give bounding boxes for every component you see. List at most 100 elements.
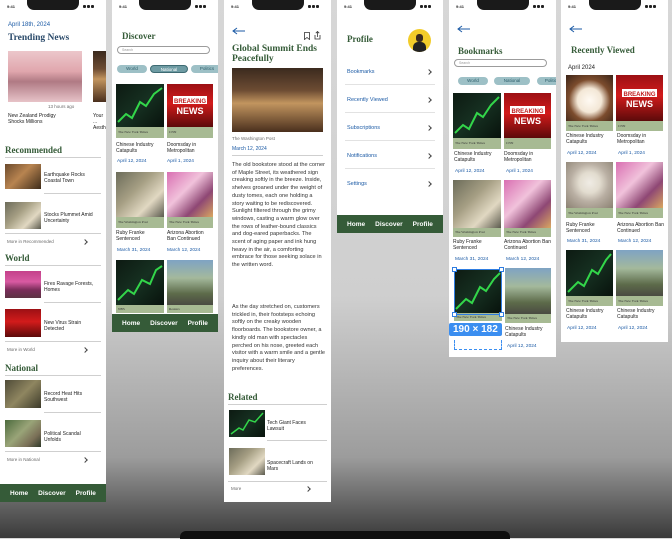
card-title[interactable]: Chinese Industry Catapults [454, 151, 502, 163]
related-thumb[interactable] [229, 410, 265, 437]
trending-caption-1[interactable]: New Zealand Prodigy Shocks Millions [8, 113, 68, 125]
tab-profile[interactable]: Profile [413, 221, 433, 228]
card-image[interactable] [453, 93, 501, 138]
more-in-world-link[interactable]: More in World [7, 347, 35, 352]
card-title[interactable]: Doomsday in Metropolitan [617, 133, 665, 145]
card-image[interactable] [167, 172, 213, 217]
card-image[interactable] [504, 180, 551, 228]
card-title[interactable]: Arizona Abortion Ban Continued [617, 222, 665, 234]
tab-discover[interactable]: Discover [150, 320, 177, 327]
avatar[interactable] [408, 29, 431, 52]
article-title[interactable]: Stocks Plummet Amid Uncertainty [44, 212, 99, 224]
card-title[interactable]: Chinese Industry Catapults [617, 308, 665, 320]
tab-home[interactable]: Home [10, 490, 28, 497]
filter-pill-world[interactable]: World [117, 65, 147, 73]
card-image[interactable] [616, 250, 663, 296]
share-icon[interactable] [314, 31, 321, 40]
more-in-national-link[interactable]: More in National [7, 457, 40, 462]
profile-item-label: Settings [347, 181, 367, 187]
filter-pill-politics[interactable]: Politics [537, 77, 556, 85]
card-title[interactable]: Doomsday in Metropolitan [504, 151, 551, 163]
trending-image-1[interactable] [8, 51, 82, 102]
card-source: The Washington Post [116, 217, 164, 228]
tab-profile[interactable]: Profile [188, 320, 208, 327]
card-title[interactable]: Arizona Abortion Ban Continued [504, 239, 551, 251]
related-item-title[interactable]: Tech Giant Faces Lawsuit [267, 420, 322, 432]
selection-box[interactable] [454, 269, 502, 315]
filter-pill-national[interactable]: National [150, 65, 188, 73]
card-date: March 31, 2024 [567, 239, 601, 244]
card-image[interactable]: BREAKING NEWS [616, 75, 663, 121]
card-image[interactable] [505, 268, 551, 314]
card-title[interactable]: Ruby Franke Sentenced [116, 230, 164, 242]
profile-item-recently-viewed[interactable]: Recently Viewed [347, 97, 433, 103]
resize-handle[interactable] [452, 267, 457, 272]
filter-pill-national[interactable]: National [494, 77, 530, 85]
card-image[interactable] [566, 75, 613, 121]
article-thumb[interactable] [5, 309, 41, 337]
resize-handle[interactable] [452, 312, 457, 317]
card-title[interactable]: Chinese Industry Catapults [505, 326, 553, 338]
card-title[interactable]: Arizona Abortion Ban Continued [167, 230, 213, 242]
article-title[interactable]: Record Heat Hits Southwest [44, 391, 99, 403]
search-input[interactable]: Search [454, 59, 547, 67]
chevron-right-icon[interactable] [305, 486, 311, 492]
related-thumb[interactable] [229, 448, 265, 475]
card-image[interactable]: BREAKING NEWS [167, 84, 213, 127]
tab-discover[interactable]: Discover [375, 221, 402, 228]
tab-discover[interactable]: Discover [38, 490, 65, 497]
article-title[interactable]: Earthquake Rocks Coastal Town [44, 172, 99, 184]
card-title[interactable]: Chinese Industry Catapults [566, 133, 614, 145]
filter-pill-politics[interactable]: Politics [191, 65, 218, 73]
card-image[interactable] [116, 84, 164, 127]
card-image[interactable] [116, 172, 164, 217]
bookmark-icon[interactable] [304, 32, 310, 40]
chevron-right-icon[interactable] [82, 239, 88, 245]
back-arrow-icon[interactable] [569, 25, 583, 33]
card-image[interactable] [453, 180, 501, 228]
resize-handle[interactable] [499, 312, 504, 317]
card-title[interactable]: Chinese Industry Catapults [116, 142, 164, 154]
card-title[interactable]: Ruby Franke Sentenced [453, 239, 501, 251]
card-title[interactable]: Doomsday in Metropolitan [167, 142, 213, 154]
more-in-recommended-link[interactable]: More in Recommended [7, 239, 54, 244]
article-thumb[interactable] [5, 271, 41, 298]
card-title[interactable]: Ruby Franke Sentenced [566, 222, 614, 234]
back-arrow-icon[interactable] [457, 25, 471, 33]
chevron-right-icon[interactable] [82, 347, 88, 353]
page-title: Discover [122, 31, 156, 41]
profile-item-notifications[interactable]: Notifications [347, 153, 433, 159]
article-thumb[interactable] [5, 420, 41, 447]
article-thumb[interactable] [5, 202, 41, 229]
tab-home[interactable]: Home [122, 320, 140, 327]
card-image[interactable] [167, 260, 213, 305]
profile-item-settings[interactable]: Settings [347, 181, 433, 187]
card-title[interactable]: Chinese Industry Catapults [566, 308, 614, 320]
article-title[interactable]: Fires Ravage Forests, Homes [44, 281, 99, 293]
chevron-right-icon[interactable] [82, 457, 88, 463]
article-hero-image [232, 68, 323, 132]
card-date: April 12, 2024 [618, 326, 648, 331]
card-image[interactable] [566, 162, 613, 208]
profile-item-subscriptions[interactable]: Subscriptions [347, 125, 433, 131]
profile-screen: 9:41 Profile Bookmarks Recently Viewed S… [337, 0, 443, 233]
trending-image-2[interactable] [93, 51, 106, 102]
back-arrow-icon[interactable] [232, 27, 246, 35]
article-thumb[interactable] [5, 164, 41, 189]
article-title[interactable]: Political Scandal Unfolds [44, 431, 99, 443]
profile-item-bookmarks[interactable]: Bookmarks [347, 69, 433, 75]
article-thumb[interactable] [5, 380, 41, 408]
card-image[interactable] [566, 250, 613, 296]
search-input[interactable]: Search [117, 46, 210, 54]
card-image[interactable] [616, 162, 663, 208]
related-more-link[interactable]: More [231, 486, 241, 491]
filter-pill-world[interactable]: World [458, 77, 488, 85]
related-item-title[interactable]: Spacecraft Lands on Mars [267, 460, 325, 472]
card-image[interactable]: BREAKING NEWS [504, 93, 551, 138]
article-title[interactable]: New Virus Strain Detected [44, 320, 99, 332]
tab-profile[interactable]: Profile [76, 490, 96, 497]
resize-handle[interactable] [499, 267, 504, 272]
trending-caption-2[interactable]: Your ... Aesth... [93, 113, 106, 131]
card-image[interactable] [116, 260, 164, 305]
tab-home[interactable]: Home [347, 221, 365, 228]
